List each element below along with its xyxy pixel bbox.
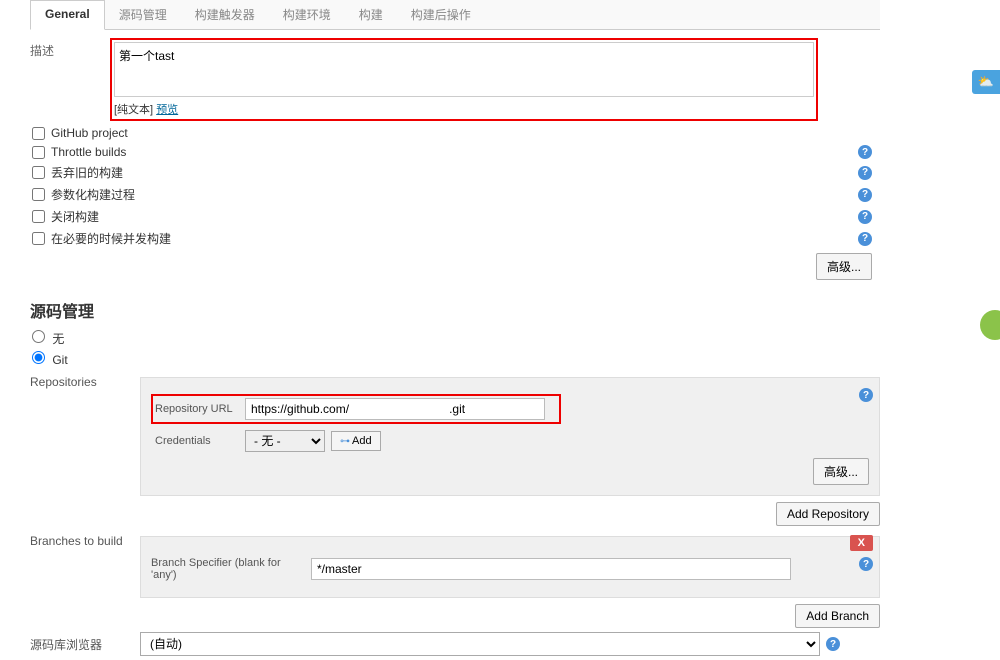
tab-triggers[interactable]: 构建触发器	[181, 0, 269, 29]
format-plain-text: [纯文本]	[114, 104, 153, 116]
help-icon[interactable]: ?	[858, 166, 872, 180]
checkbox-label: 丢弃旧的构建	[51, 164, 123, 181]
help-icon[interactable]: ?	[859, 557, 873, 571]
help-icon[interactable]: ?	[826, 637, 840, 651]
repo-browser-label: 源码库浏览器	[30, 632, 140, 653]
help-icon[interactable]: ?	[859, 388, 873, 402]
branch-specifier-label: Branch Specifier (blank for 'any')	[151, 557, 311, 581]
branches-label: Branches to build	[30, 530, 140, 548]
credentials-select[interactable]: - 无 -	[245, 430, 325, 452]
repo-url-input[interactable]	[245, 398, 545, 420]
green-circle-widget[interactable]	[980, 310, 1000, 340]
checkbox-label: 在必要的时候并发构建	[51, 230, 171, 247]
description-textarea[interactable]: 第一个tast	[114, 42, 814, 97]
checkbox-concurrent[interactable]	[32, 232, 45, 245]
checkbox-discard-old[interactable]	[32, 166, 45, 179]
radio-scm-git[interactable]	[32, 351, 45, 364]
repo-advanced-button[interactable]: 高级...	[813, 458, 869, 485]
key-icon: ⊶	[340, 436, 350, 447]
tab-scm[interactable]: 源码管理	[105, 0, 181, 29]
help-icon[interactable]: ?	[858, 188, 872, 202]
radio-label: Git	[52, 353, 67, 367]
scm-heading: 源码管理	[30, 298, 880, 322]
tab-postbuild[interactable]: 构建后操作	[397, 0, 485, 29]
checkbox-label: Throttle builds	[51, 145, 126, 159]
description-highlight-box: 第一个tast [纯文本] 预览	[110, 38, 818, 121]
repositories-label: Repositories	[30, 371, 140, 389]
radio-scm-none[interactable]	[32, 330, 45, 343]
tab-environment[interactable]: 构建环境	[269, 0, 345, 29]
add-credentials-button[interactable]: ⊶Add	[331, 431, 381, 451]
repo-url-label: Repository URL	[155, 403, 245, 415]
checkbox-throttle-builds[interactable]	[32, 146, 45, 159]
help-icon[interactable]: ?	[858, 210, 872, 224]
branch-panel: X ? Branch Specifier (blank for 'any')	[140, 536, 880, 598]
branch-specifier-input[interactable]	[311, 558, 791, 580]
add-repository-button[interactable]: Add Repository	[776, 502, 880, 526]
checkbox-parameterized[interactable]	[32, 188, 45, 201]
repo-browser-select[interactable]: (自动)	[140, 632, 820, 656]
cloud-widget-icon[interactable]: ⛅	[972, 70, 1000, 94]
help-icon[interactable]: ?	[858, 232, 872, 246]
config-tabs: General 源码管理 构建触发器 构建环境 构建 构建后操作	[30, 0, 880, 30]
checkbox-label: GitHub project	[51, 126, 128, 140]
repo-url-highlight-box: Repository URL	[151, 394, 561, 424]
radio-label: 无	[52, 332, 64, 346]
advanced-button[interactable]: 高级...	[816, 253, 872, 280]
checkbox-label: 参数化构建过程	[51, 186, 135, 203]
add-branch-button[interactable]: Add Branch	[795, 604, 880, 628]
credentials-label: Credentials	[151, 435, 245, 447]
checkbox-label: 关闭构建	[51, 208, 99, 225]
help-icon[interactable]: ?	[858, 145, 872, 159]
tab-general[interactable]: General	[30, 0, 105, 30]
checkbox-github-project[interactable]	[32, 127, 45, 140]
checkbox-disable-build[interactable]	[32, 210, 45, 223]
repository-panel: ? Repository URL Credentials - 无 - ⊶Add …	[140, 377, 880, 496]
delete-branch-button[interactable]: X	[850, 535, 873, 551]
description-label: 描述	[30, 38, 110, 59]
side-widget[interactable]: ⛅	[972, 70, 1000, 94]
format-preview-link[interactable]: 预览	[156, 104, 178, 116]
tab-build[interactable]: 构建	[345, 0, 397, 29]
